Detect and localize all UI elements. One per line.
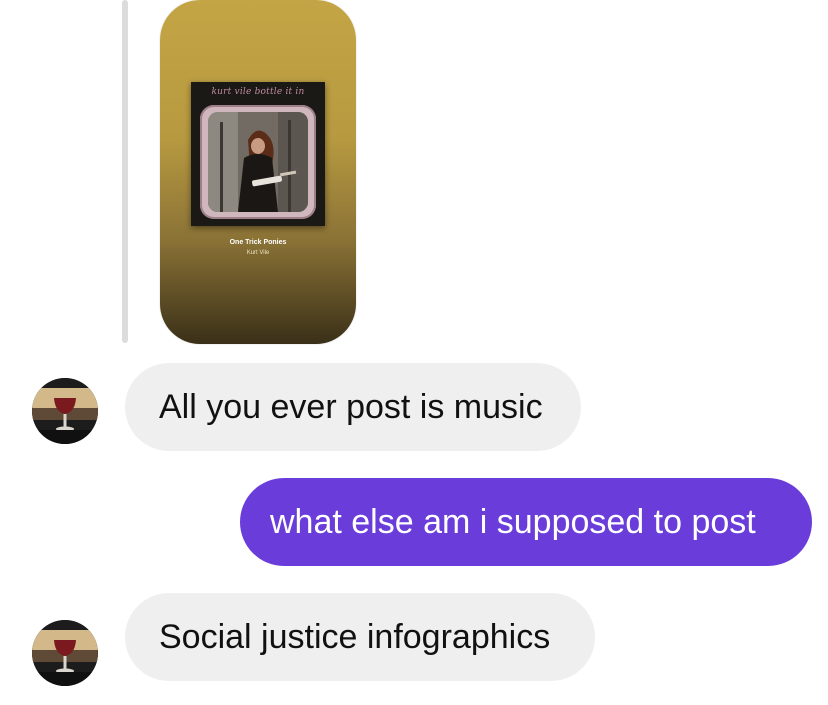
shared-story-card[interactable]: kurt vile bottle it in One Trick Ponies … (160, 0, 356, 344)
sender-avatar[interactable] (32, 378, 98, 444)
album-artwork-image (208, 112, 308, 212)
message-bubble-incoming[interactable]: Social justice infographics (125, 593, 595, 681)
album-title: kurt vile bottle it in (211, 87, 305, 97)
album-sleeve: kurt vile bottle it in (191, 82, 325, 226)
message-bubble-outgoing[interactable]: what else am i supposed to post (240, 478, 812, 566)
message-text: Social justice infographics (159, 618, 551, 656)
wine-glass-avatar-icon (32, 378, 98, 444)
album-cover-photo (208, 112, 308, 212)
message-bubble-incoming[interactable]: All you ever post is music (125, 363, 581, 451)
album-cover (200, 105, 316, 219)
wine-glass-avatar-icon (32, 620, 98, 686)
sender-avatar[interactable] (32, 620, 98, 686)
message-text: All you ever post is music (159, 388, 543, 426)
message-text: what else am i supposed to post (270, 503, 756, 541)
track-title: One Trick Ponies (229, 239, 287, 246)
track-artist: Kurt Vile (246, 250, 270, 256)
story-reply-indicator (122, 0, 128, 343)
